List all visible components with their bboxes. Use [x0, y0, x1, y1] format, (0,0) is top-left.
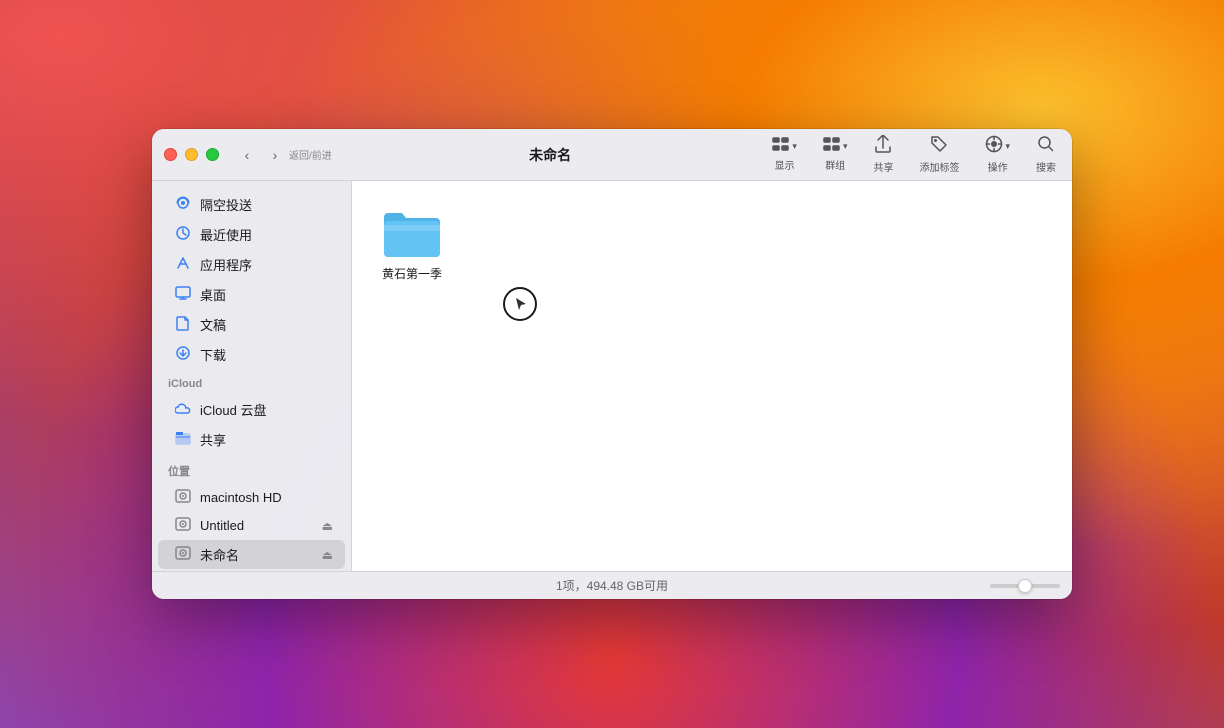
sidebar-item-desktop[interactable]: 桌面: [158, 280, 345, 309]
group-label: 群组: [825, 157, 845, 172]
tag-label: 添加标签: [919, 159, 959, 174]
minimize-button[interactable]: [185, 148, 198, 161]
action-icon-row: ▾: [985, 135, 1010, 157]
share-icon: [875, 135, 891, 157]
traffic-lights: [164, 148, 219, 161]
shared-label: 共享: [200, 430, 333, 449]
macintosh-hd-label: macintosh HD: [200, 490, 333, 505]
sidebar-item-documents[interactable]: 文稿: [158, 310, 345, 339]
action-label: 操作: [988, 159, 1008, 174]
documents-label: 文稿: [200, 315, 333, 334]
display-icon-row: ▾: [772, 137, 797, 155]
action-icon: [985, 135, 1003, 157]
forward-button[interactable]: ›: [263, 143, 287, 167]
documents-icon: [174, 315, 192, 334]
icloud-drive-icon: [174, 402, 192, 418]
close-button[interactable]: [164, 148, 177, 161]
airdrop-label: 隔空投送: [200, 195, 333, 214]
tag-icon: [930, 135, 948, 157]
unnamed-eject[interactable]: ⏏: [322, 548, 333, 562]
icloud-drive-label: iCloud 云盘: [200, 400, 333, 419]
group-icon-row: ▾: [823, 137, 848, 155]
file-name-huangshi: 黄石第一季: [382, 267, 442, 283]
group-tool[interactable]: ▾ 群组: [819, 135, 852, 174]
untitled-eject[interactable]: ⏏: [322, 519, 333, 533]
shared-icon: [174, 431, 192, 448]
sidebar-item-icloud-drive[interactable]: iCloud 云盘: [158, 395, 345, 424]
sidebar-item-applications[interactable]: 应用程序: [158, 250, 345, 279]
applications-icon: [174, 255, 192, 274]
downloads-icon: [174, 345, 192, 364]
status-text: 1项，494.48 GB可用: [556, 577, 668, 594]
sidebar-item-untitled[interactable]: Untitled ⏏: [158, 512, 345, 539]
unnamed-icon: [174, 546, 192, 563]
applications-label: 应用程序: [200, 255, 333, 274]
maximize-button[interactable]: [206, 148, 219, 161]
file-grid: 黄石第一季: [372, 201, 1052, 289]
window-title: 未命名: [332, 145, 769, 165]
untitled-label: Untitled: [200, 518, 314, 533]
recents-label: 最近使用: [200, 225, 333, 244]
toolbar-tools: ▾ 显示 ▾ 群组: [768, 133, 1060, 176]
finder-window: ‹ › 返回/前进 未命名 ▾: [152, 129, 1072, 599]
icloud-section-label: iCloud: [152, 370, 351, 394]
desktop-icon: [174, 285, 192, 304]
titlebar: ‹ › 返回/前进 未命名 ▾: [152, 129, 1072, 181]
downloads-label: 下载: [200, 345, 333, 364]
nav-label: 返回/前进: [289, 147, 332, 162]
slider-track: [990, 584, 1060, 588]
display-icon: [772, 137, 790, 155]
display-tool[interactable]: ▾ 显示: [768, 135, 801, 174]
back-button[interactable]: ‹: [235, 143, 259, 167]
sidebar: 隔空投送 最近使用 应用程序: [152, 181, 352, 571]
file-item-huangshi[interactable]: 黄石第一季: [372, 201, 452, 289]
sidebar-item-shared[interactable]: 共享: [158, 425, 345, 454]
nav-buttons: ‹ ›: [235, 143, 287, 167]
search-label: 搜索: [1036, 159, 1056, 174]
recents-icon: [174, 225, 192, 244]
action-arrow: ▾: [1005, 141, 1010, 152]
macintosh-hd-icon: [174, 489, 192, 506]
zoom-slider[interactable]: [990, 584, 1060, 588]
slider-thumb: [1018, 579, 1032, 593]
sidebar-item-downloads[interactable]: 下载: [158, 340, 345, 369]
cursor-circle: [502, 286, 538, 327]
sidebar-item-macintosh-hd[interactable]: macintosh HD: [158, 484, 345, 511]
search-icon: [1037, 135, 1055, 157]
share-label: 共享: [873, 159, 893, 174]
display-label: 显示: [775, 157, 795, 172]
status-bar: 1项，494.48 GB可用: [152, 571, 1072, 599]
group-arrow: ▾: [843, 141, 848, 152]
display-arrow: ▾: [792, 141, 797, 152]
airdrop-icon: [174, 195, 192, 214]
desktop-label: 桌面: [200, 285, 333, 304]
group-icon: [823, 137, 841, 155]
sidebar-item-unnamed[interactable]: 未命名 ⏏: [158, 540, 345, 569]
share-tool[interactable]: 共享: [869, 133, 897, 176]
action-tool[interactable]: ▾ 操作: [981, 133, 1014, 176]
location-section-label: 位置: [152, 455, 351, 483]
unnamed-label: 未命名: [200, 545, 314, 564]
sidebar-item-recents[interactable]: 最近使用: [158, 220, 345, 249]
sidebar-item-airdrop[interactable]: 隔空投送: [158, 190, 345, 219]
file-area: 黄石第一季: [352, 181, 1072, 571]
main-content: 隔空投送 最近使用 应用程序: [152, 181, 1072, 571]
untitled-icon: [174, 517, 192, 534]
folder-icon: [380, 207, 444, 261]
search-tool[interactable]: 搜索: [1032, 133, 1060, 176]
tag-tool[interactable]: 添加标签: [915, 133, 963, 176]
